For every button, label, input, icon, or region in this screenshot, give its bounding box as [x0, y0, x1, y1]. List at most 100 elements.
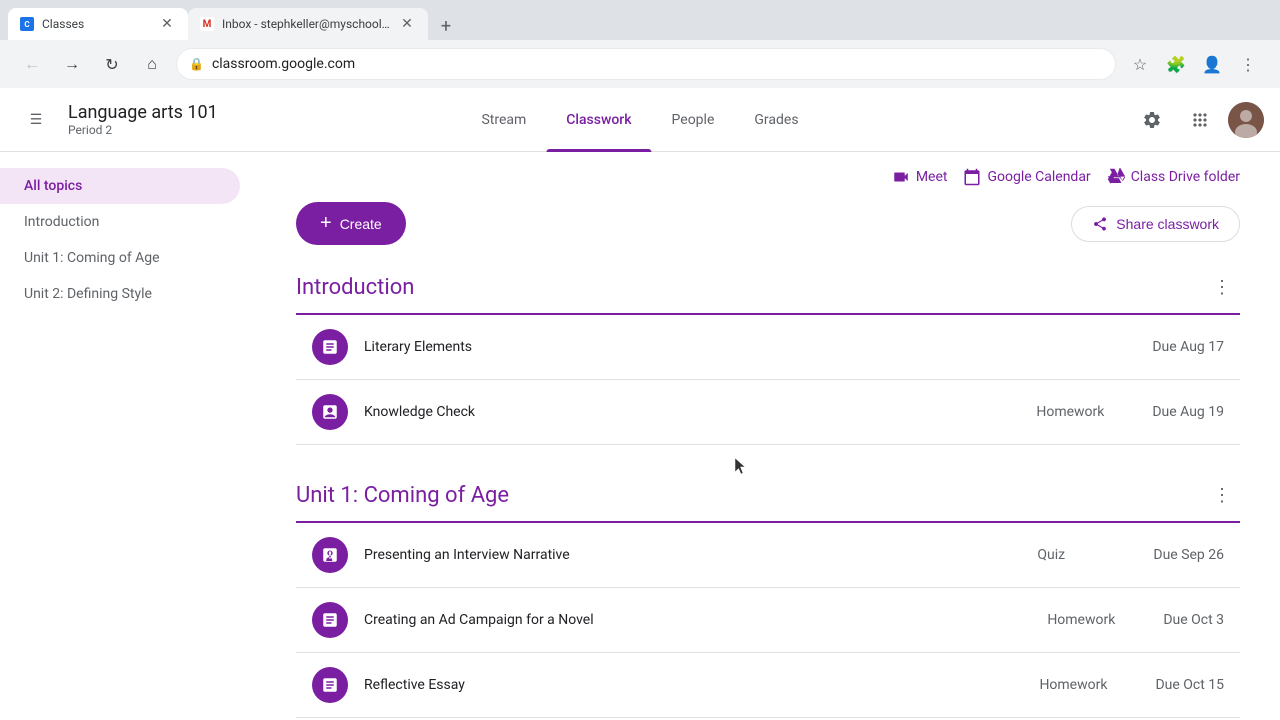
video-icon [892, 168, 910, 186]
share-label: Share classwork [1116, 216, 1219, 232]
nav-stream[interactable]: Stream [461, 88, 546, 152]
sidebar-unit2-label: Unit 2: Defining Style [24, 286, 152, 302]
address-text: classroom.google.com [212, 56, 355, 72]
sidebar-item-unit2[interactable]: Unit 2: Defining Style [0, 276, 240, 312]
assignment-ad-campaign[interactable]: Creating an Ad Campaign for a Novel Home… [296, 588, 1240, 653]
sidebar: All topics Introduction Unit 1: Coming o… [0, 152, 256, 720]
topic-unit1-header: Unit 1: Coming of Age ⋮ [296, 477, 1240, 523]
ad-campaign-due: Due Oct 3 [1163, 612, 1224, 628]
sidebar-item-unit1[interactable]: Unit 1: Coming of Age [0, 240, 240, 276]
interview-narrative-name: Presenting an Interview Narrative [364, 547, 1021, 563]
calendar-link[interactable]: Google Calendar [963, 168, 1090, 186]
ad-campaign-icon-svg [321, 611, 339, 629]
tab-gmail[interactable]: M Inbox - stephkeller@myschool.edu ✕ [188, 8, 428, 40]
nav-grades[interactable]: Grades [734, 88, 818, 152]
interview-narrative-icon [312, 537, 348, 573]
interview-narrative-type: Quiz [1037, 547, 1137, 563]
app-header: ☰ Language arts 101 Period 2 Stream Clas… [0, 88, 1280, 152]
literary-elements-due: Due Aug 17 [1152, 339, 1224, 355]
sidebar-introduction-label: Introduction [24, 214, 99, 230]
reflective-essay-type: Homework [1039, 677, 1139, 693]
assignment-literary-elements[interactable]: Literary Elements Due Aug 17 [296, 315, 1240, 380]
nav-people[interactable]: People [652, 88, 735, 152]
reflective-essay-icon-svg [321, 676, 339, 694]
topic-unit1-menu[interactable]: ⋮ [1204, 477, 1240, 513]
topic-unit1-title: Unit 1: Coming of Age [296, 483, 509, 508]
share-icon [1092, 216, 1108, 232]
topic-introduction-header: Introduction ⋮ [296, 269, 1240, 315]
tab-classes-close[interactable]: ✕ [158, 15, 176, 33]
literary-elements-icon [312, 329, 348, 365]
reflective-essay-due: Due Oct 15 [1155, 677, 1224, 693]
header-right [1132, 100, 1264, 140]
content-area: All topics Introduction Unit 1: Coming o… [0, 152, 1280, 720]
knowledge-check-icon-svg [321, 403, 339, 421]
calendar-icon [963, 168, 981, 186]
top-actions-bar: Meet Google Calendar Class Drive folder [296, 152, 1240, 202]
create-icon: + [320, 212, 332, 235]
knowledge-check-icon [312, 394, 348, 430]
topic-unit1: Unit 1: Coming of Age ⋮ Presenting an In… [296, 477, 1240, 718]
drive-icon [1107, 168, 1125, 186]
drive-label: Class Drive folder [1131, 169, 1240, 185]
settings-icon [1142, 110, 1162, 130]
app-title: Language arts 101 Period 2 [68, 102, 218, 137]
new-tab-button[interactable]: + [432, 12, 460, 40]
nav-classwork[interactable]: Classwork [546, 88, 651, 152]
header-left: ☰ Language arts 101 Period 2 [16, 100, 218, 140]
bookmark-star-button[interactable]: ☆ [1124, 48, 1156, 80]
tab-classes[interactable]: C Classes ✕ [8, 8, 188, 40]
user-avatar[interactable] [1228, 102, 1264, 138]
knowledge-check-type: Homework [1036, 404, 1136, 420]
reflective-essay-name: Reflective Essay [364, 677, 1023, 693]
share-classwork-button[interactable]: Share classwork [1071, 206, 1240, 242]
tab-gmail-label: Inbox - stephkeller@myschool.edu [222, 17, 390, 31]
assignment-knowledge-check[interactable]: Knowledge Check Homework Due Aug 19 [296, 380, 1240, 445]
extensions-button[interactable]: 🧩 [1160, 48, 1192, 80]
topic-introduction-menu[interactable]: ⋮ [1204, 269, 1240, 305]
topic-introduction-title: Introduction [296, 275, 414, 300]
quiz-icon-svg [321, 546, 339, 564]
meet-link[interactable]: Meet [892, 168, 948, 186]
topic-introduction: Introduction ⋮ Literary Elements Due Aug… [296, 269, 1240, 445]
address-bar[interactable]: 🔒 classroom.google.com [176, 48, 1116, 80]
assignment-interview-narrative[interactable]: Presenting an Interview Narrative Quiz D… [296, 523, 1240, 588]
reflective-essay-icon [312, 667, 348, 703]
settings-button[interactable] [1132, 100, 1172, 140]
hamburger-menu[interactable]: ☰ [16, 100, 56, 140]
google-apps-icon [1190, 110, 1210, 130]
meet-label: Meet [916, 169, 948, 185]
header-nav: Stream Classwork People Grades [461, 88, 818, 152]
tab-classes-label: Classes [42, 17, 150, 31]
browser-toolbar: ← → ↻ ⌂ 🔒 classroom.google.com ☆ 🧩 👤 ⋮ [0, 40, 1280, 88]
create-row: + Create Share classwork [296, 202, 1240, 245]
home-button[interactable]: ⌂ [136, 48, 168, 80]
ad-campaign-icon [312, 602, 348, 638]
sidebar-all-topics-label: All topics [24, 178, 82, 194]
calendar-label: Google Calendar [987, 169, 1090, 185]
ad-campaign-type: Homework [1047, 612, 1147, 628]
sidebar-unit1-label: Unit 1: Coming of Age [24, 250, 160, 266]
back-button[interactable]: ← [16, 48, 48, 80]
create-button[interactable]: + Create [296, 202, 406, 245]
drive-link[interactable]: Class Drive folder [1107, 168, 1240, 186]
class-subtitle: Period 2 [68, 123, 218, 137]
classes-favicon: C [20, 17, 34, 31]
tab-bar: C Classes ✕ M Inbox - stephkeller@myscho… [0, 0, 1280, 40]
hamburger-icon: ☰ [30, 112, 43, 128]
google-apps-button[interactable] [1180, 100, 1220, 140]
main-content: Meet Google Calendar Class Drive folder [256, 152, 1280, 720]
sidebar-item-all-topics[interactable]: All topics [0, 168, 240, 204]
assignment-reflective-essay[interactable]: Reflective Essay Homework Due Oct 15 [296, 653, 1240, 718]
more-button[interactable]: ⋮ [1232, 48, 1264, 80]
tab-gmail-close[interactable]: ✕ [398, 15, 416, 33]
refresh-button[interactable]: ↻ [96, 48, 128, 80]
gmail-favicon: M [200, 17, 214, 31]
forward-button[interactable]: → [56, 48, 88, 80]
sidebar-item-introduction[interactable]: Introduction [0, 204, 240, 240]
profile-button[interactable]: 👤 [1196, 48, 1228, 80]
assignment-icon-svg [321, 338, 339, 356]
class-title: Language arts 101 [68, 102, 218, 123]
lock-icon: 🔒 [189, 57, 204, 71]
toolbar-actions: ☆ 🧩 👤 ⋮ [1124, 48, 1264, 80]
